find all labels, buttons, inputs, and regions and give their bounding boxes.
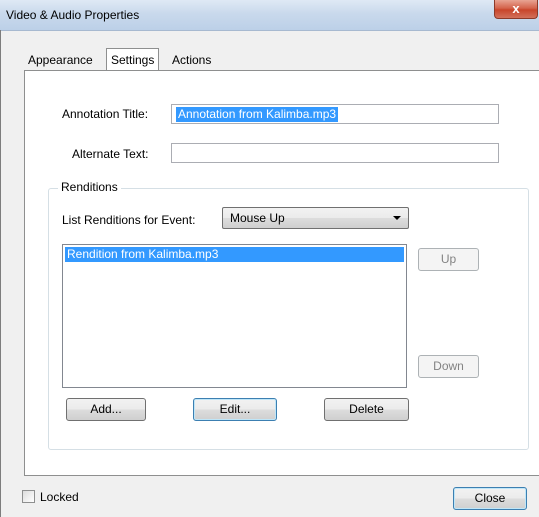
chevron-down-icon [393, 216, 401, 220]
dialog-window: Video & Audio Properties x Appearance Se… [0, 0, 539, 517]
alternate-text-label: Alternate Text: [72, 147, 149, 161]
renditions-list[interactable]: Rendition from Kalimba.mp3 [62, 244, 407, 388]
annotation-title-field[interactable]: Annotation from Kalimba.mp3 [171, 104, 499, 124]
locked-label: Locked [40, 490, 79, 504]
renditions-group-label: Renditions [58, 180, 121, 194]
tab-appearance[interactable]: Appearance [24, 50, 97, 70]
close-window-button[interactable]: x [494, 0, 538, 19]
alternate-text-field[interactable] [171, 143, 499, 163]
add-button[interactable]: Add... [66, 398, 146, 421]
close-button[interactable]: Close [453, 487, 527, 510]
tab-settings[interactable]: Settings [106, 48, 160, 72]
window-title: Video & Audio Properties [6, 8, 140, 22]
window-border [0, 30, 1, 517]
event-label: List Renditions for Event: [62, 213, 196, 227]
annotation-title-label: Annotation Title: [62, 107, 149, 121]
event-dropdown[interactable]: Mouse Up [222, 207, 409, 229]
event-dropdown-value: Mouse Up [230, 211, 285, 225]
up-button[interactable]: Up [418, 248, 479, 271]
locked-checkbox[interactable] [22, 490, 35, 503]
annotation-title-value: Annotation from Kalimba.mp3 [176, 107, 339, 122]
tab-actions[interactable]: Actions [168, 50, 215, 70]
edit-button[interactable]: Edit... [193, 398, 277, 421]
delete-button[interactable]: Delete [324, 398, 409, 421]
down-button[interactable]: Down [418, 355, 479, 378]
list-item[interactable]: Rendition from Kalimba.mp3 [65, 247, 404, 262]
title-bar[interactable]: Video & Audio Properties x [0, 0, 539, 31]
